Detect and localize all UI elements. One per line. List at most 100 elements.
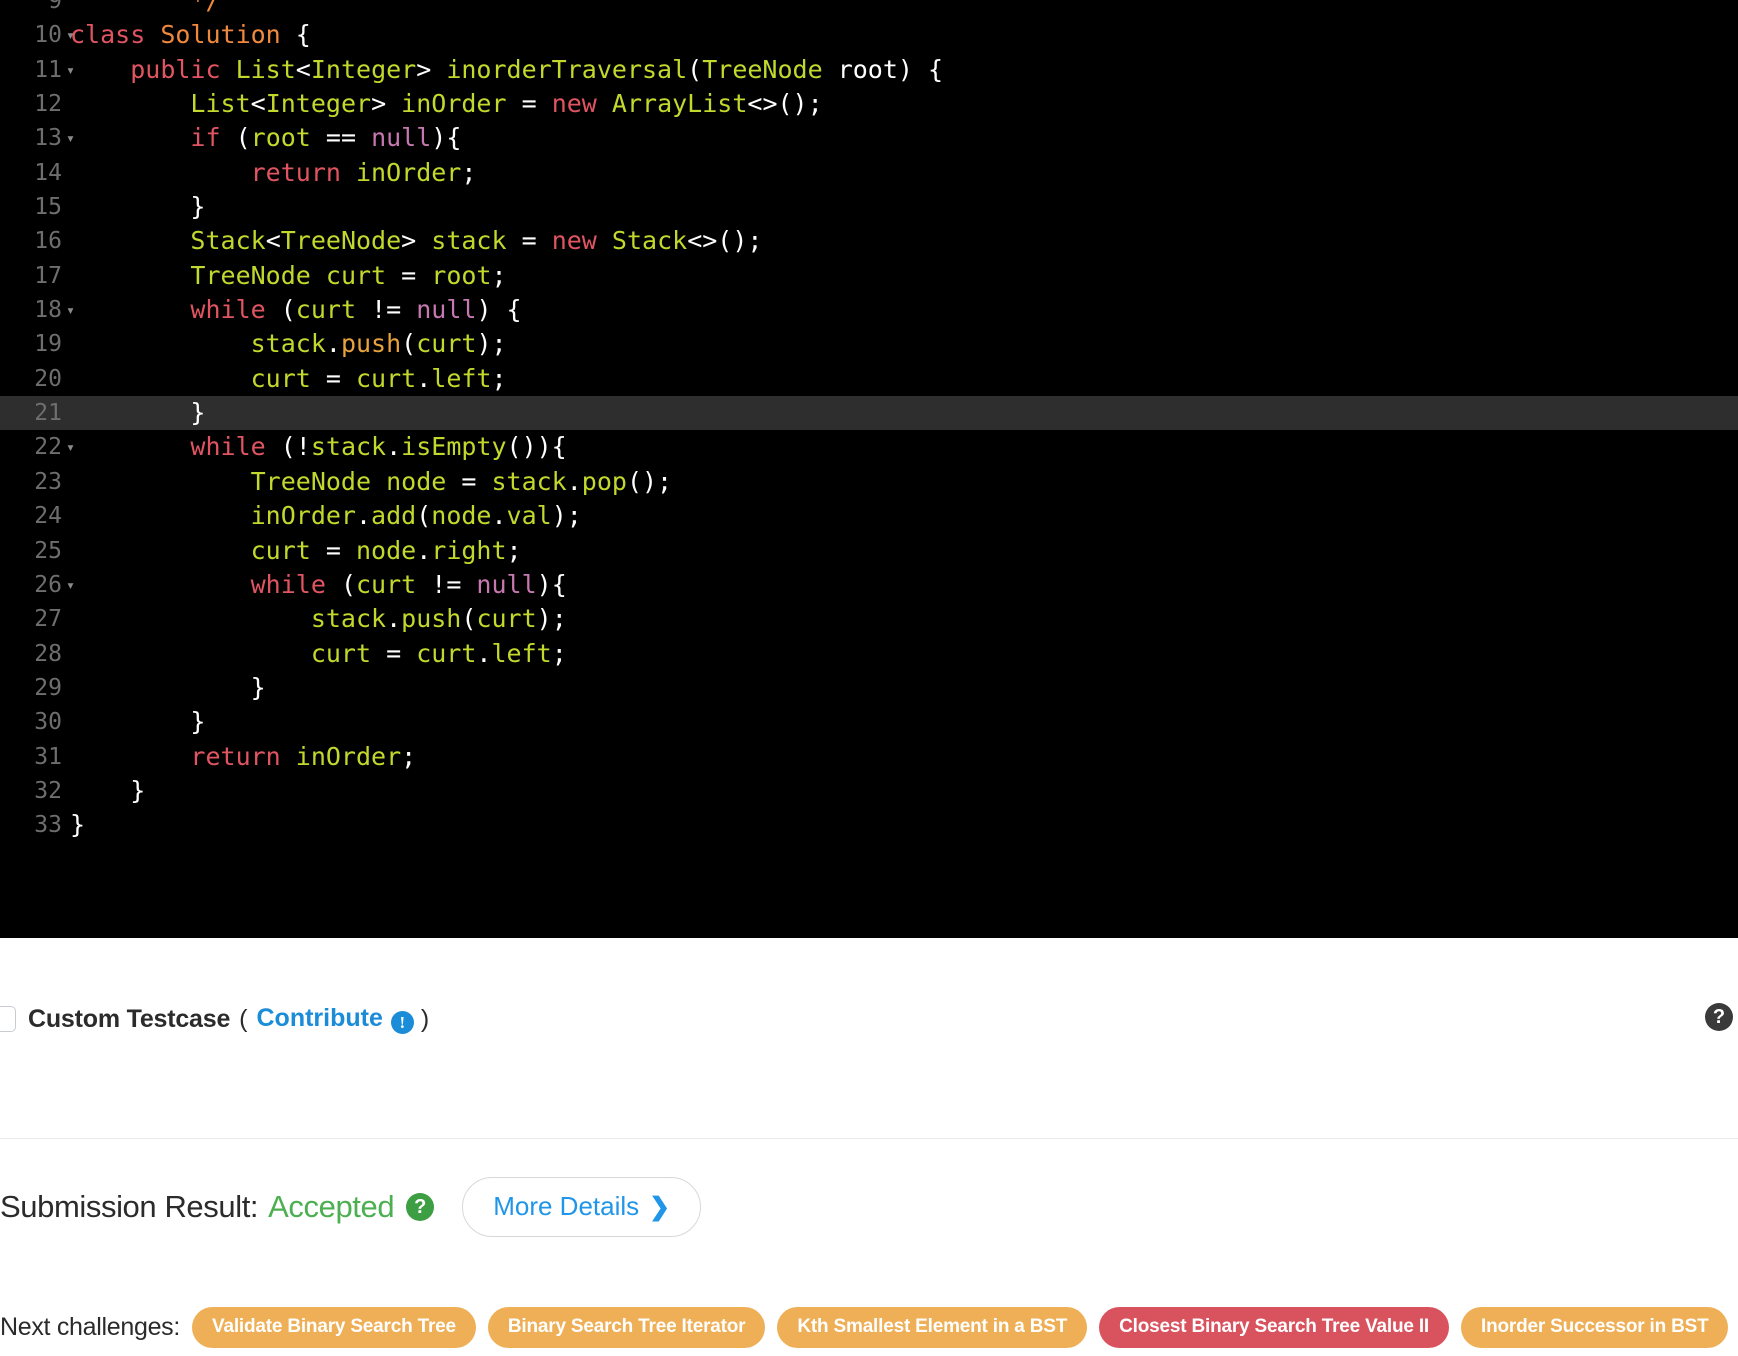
code-token: node bbox=[431, 501, 492, 531]
code-token: == bbox=[325, 123, 372, 153]
submission-status-badge: Accepted bbox=[268, 1189, 395, 1224]
code-text: Stack<TreeNode> stack = new Stack<>(); bbox=[70, 224, 762, 258]
code-token: null bbox=[371, 123, 432, 153]
code-line[interactable]: 31 return inOrder; bbox=[0, 740, 1738, 774]
code-line[interactable]: 32 } bbox=[0, 774, 1738, 808]
code-token: Integer bbox=[310, 54, 417, 84]
code-line[interactable]: 28 curt = curt.left; bbox=[0, 637, 1738, 671]
next-challenges-row: Next challenges: Validate Binary Search … bbox=[0, 1307, 1738, 1348]
line-number: 24 bbox=[34, 503, 62, 530]
line-number: 30 bbox=[34, 709, 62, 736]
code-token: . bbox=[355, 501, 372, 531]
code-line[interactable]: 27 stack.push(curt); bbox=[0, 602, 1738, 636]
code-token: Stack bbox=[190, 226, 266, 256]
code-token: stack bbox=[310, 432, 387, 462]
code-token: = bbox=[325, 535, 356, 565]
code-token: = bbox=[325, 363, 356, 393]
next-challenge-pill[interactable]: Closest Binary Search Tree Value II bbox=[1099, 1307, 1449, 1348]
code-token: > bbox=[416, 54, 447, 84]
code-token: ( bbox=[401, 329, 417, 359]
code-token: ); bbox=[536, 604, 567, 634]
code-token: curt bbox=[416, 329, 477, 359]
code-token: TreeNode bbox=[702, 54, 838, 84]
code-editor[interactable]: 9 */10 ▾ class Solution {11 ▾ public List<I… bbox=[0, 0, 1738, 938]
line-number: 23 bbox=[34, 468, 62, 495]
code-token: inorderTraversal bbox=[446, 54, 688, 84]
code-token: node bbox=[386, 466, 462, 496]
code-text: TreeNode node = stack.pop(); bbox=[70, 465, 672, 499]
code-token: (); bbox=[626, 466, 673, 496]
result-help-icon[interactable]: ? bbox=[406, 1193, 435, 1221]
code-text: } bbox=[70, 705, 205, 739]
code-token: ( bbox=[416, 501, 432, 531]
code-line[interactable]: 30 } bbox=[0, 705, 1738, 739]
contribute-link[interactable]: Contribute! bbox=[257, 1004, 419, 1034]
code-line[interactable]: 18 ▾ while (curt != null) { bbox=[0, 293, 1738, 327]
code-line[interactable]: 19 stack.push(curt); bbox=[0, 327, 1738, 361]
code-line[interactable]: 17 TreeNode curt = root; bbox=[0, 259, 1738, 293]
line-number: 28 bbox=[34, 640, 62, 667]
code-line[interactable]: 10 ▾ class Solution { bbox=[0, 18, 1738, 52]
line-number: 26 bbox=[34, 571, 62, 598]
code-token: add bbox=[371, 501, 417, 531]
code-line[interactable]: 16 Stack<TreeNode> stack = new Stack<>()… bbox=[0, 224, 1738, 258]
code-line[interactable]: 11 ▾ public List<Integer> inorderTraversa… bbox=[0, 53, 1738, 87]
code-token: TreeNode bbox=[250, 466, 387, 496]
code-token: > bbox=[401, 226, 432, 256]
code-line[interactable]: 26 ▾ while (curt != null){ bbox=[0, 568, 1738, 602]
code-text: if (root == null){ bbox=[70, 121, 461, 155]
next-challenge-pill[interactable]: Binary Search Tree Iterator bbox=[487, 1307, 766, 1348]
submission-result-label: Submission Result: bbox=[0, 1189, 259, 1224]
code-token: ; bbox=[491, 363, 507, 393]
code-token: return bbox=[250, 157, 356, 187]
code-lines-container[interactable]: 9 */10 ▾ class Solution {11 ▾ public List<I… bbox=[0, 0, 1738, 843]
code-line[interactable]: 22 ▾ while (!stack.isEmpty()){ bbox=[0, 430, 1738, 464]
code-token: <>(); bbox=[687, 226, 763, 256]
code-line[interactable]: 25 curt = node.right; bbox=[0, 534, 1738, 568]
code-token: left bbox=[431, 363, 492, 393]
next-challenge-pill[interactable]: Validate Binary Search Tree bbox=[192, 1307, 476, 1348]
code-token: ( bbox=[235, 123, 251, 153]
code-line[interactable]: 24 inOrder.add(node.val); bbox=[0, 499, 1738, 533]
code-line[interactable]: 15 } bbox=[0, 190, 1738, 224]
more-details-button[interactable]: More Details ❯ bbox=[462, 1177, 702, 1237]
code-token: . bbox=[491, 501, 507, 531]
custom-testcase-checkbox[interactable] bbox=[0, 1006, 16, 1032]
code-token: } bbox=[250, 672, 266, 702]
code-token: != bbox=[371, 295, 417, 325]
code-token: List bbox=[190, 89, 251, 119]
next-challenge-pill[interactable]: Kth Smallest Element in a BST bbox=[777, 1307, 1088, 1348]
code-line[interactable]: 13 ▾ if (root == null){ bbox=[0, 121, 1738, 155]
page-root: 9 */10 ▾ class Solution {11 ▾ public List<I… bbox=[0, 0, 1738, 1356]
code-token: ); bbox=[551, 501, 582, 531]
code-token: curt bbox=[356, 363, 417, 393]
code-token: null bbox=[476, 569, 537, 599]
testcase-help-icon[interactable]: ? bbox=[1705, 1003, 1733, 1031]
line-number: 15 bbox=[34, 194, 62, 221]
custom-testcase-pane: Custom Testcase ( Contribute! ) bbox=[0, 938, 1738, 1138]
code-text: while (curt != null){ bbox=[70, 568, 567, 602]
code-line[interactable]: 12 List<Integer> inOrder = new ArrayList… bbox=[0, 87, 1738, 121]
code-text: } bbox=[70, 774, 145, 808]
code-line[interactable]: 21 } bbox=[0, 396, 1738, 431]
code-token: val bbox=[506, 501, 552, 531]
code-line[interactable]: 23 TreeNode node = stack.pop(); bbox=[0, 465, 1738, 499]
code-text: } bbox=[70, 671, 266, 705]
code-token: inOrder bbox=[401, 89, 522, 119]
code-text: inOrder.add(node.val); bbox=[70, 499, 582, 533]
next-challenge-pill[interactable]: Inorder Successor in BST bbox=[1460, 1307, 1729, 1348]
line-number: 22 bbox=[34, 434, 62, 461]
code-token: { bbox=[295, 20, 311, 50]
code-token: TreeNode bbox=[190, 260, 326, 290]
code-text: TreeNode curt = root; bbox=[70, 259, 506, 293]
exclamation-circle-icon[interactable]: ! bbox=[390, 1011, 414, 1034]
line-number: 27 bbox=[34, 606, 62, 633]
next-challenges-pills: Validate Binary Search Tree Binary Search… bbox=[192, 1307, 1738, 1348]
code-line[interactable]: 20 curt = curt.left; bbox=[0, 362, 1738, 396]
code-line[interactable]: 9 */ bbox=[0, 0, 1738, 18]
code-line[interactable]: 14 return inOrder; bbox=[0, 156, 1738, 190]
code-token: stack bbox=[431, 226, 522, 256]
code-line[interactable]: 33} bbox=[0, 808, 1738, 842]
code-token: . bbox=[386, 604, 402, 634]
code-line[interactable]: 29 } bbox=[0, 671, 1738, 705]
